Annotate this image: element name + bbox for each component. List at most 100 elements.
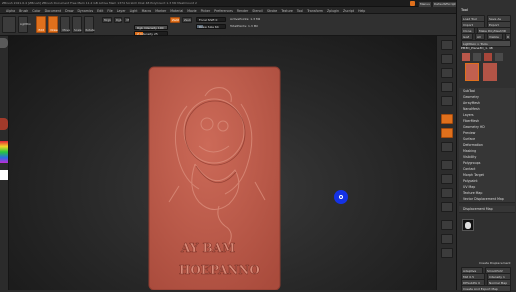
all-button[interactable]: All <box>475 33 485 40</box>
draw-size-slider[interactable]: Draw Size 64 <box>196 24 226 29</box>
mrgb-toggle[interactable]: Mrgb <box>102 17 112 23</box>
menu-edit[interactable]: Edit <box>97 9 103 13</box>
title-bar: ZBrush 2021.6.4 [ZBrush] ZBrush Document… <box>0 0 516 8</box>
menu-color[interactable]: Color <box>32 9 40 13</box>
main-color-swatch[interactable] <box>0 170 8 180</box>
preview-figure <box>465 222 471 229</box>
total-points-readout: TotalPoints: 1.3 Mil <box>230 24 258 28</box>
tool-thumbnail-3[interactable] <box>484 53 492 61</box>
tray-section-label: ArrayMesh <box>463 100 480 105</box>
cursor-center-icon <box>339 195 343 199</box>
zoom3d-button[interactable] <box>441 188 453 198</box>
tool-palette: Tool Load Tool Save As Import Export Clo… <box>456 0 516 292</box>
zadd-toggle[interactable]: Zadd <box>170 17 180 23</box>
menu-zscript[interactable]: Zscript <box>343 9 354 13</box>
material-thumbnail[interactable] <box>0 118 8 130</box>
tray-section-label: FiberMesh <box>463 118 480 123</box>
transp-button[interactable] <box>441 234 453 244</box>
bpr-button[interactable] <box>441 40 453 50</box>
polyf-button[interactable] <box>441 220 453 230</box>
menu-file[interactable]: File <box>107 9 112 13</box>
move-button[interactable]: Move <box>60 16 70 33</box>
persp-button[interactable] <box>441 114 453 124</box>
menu-macro[interactable]: Macro <box>142 9 152 13</box>
zoom-button[interactable] <box>441 82 453 92</box>
rotate-view-button[interactable] <box>441 202 453 212</box>
menu-brush[interactable]: Brush <box>19 9 28 13</box>
export-map-button[interactable]: Create And Export Map <box>461 285 511 292</box>
m-toggle[interactable]: M <box>124 17 130 23</box>
left-shelf <box>0 36 9 290</box>
tray-section-label: Layers <box>463 112 474 117</box>
rgb-intensity-slider[interactable]: Rgb Intensity 100 <box>134 25 168 30</box>
local-button[interactable] <box>441 142 453 152</box>
tray-section-vector-displacement-map[interactable]: Vector Displacement Map <box>459 196 515 203</box>
current-tool-name: PM3D_Plane3D_1. 48 <box>461 46 493 50</box>
menu-dynamics[interactable]: Dynamics <box>77 9 93 13</box>
tray-section-label: NanoMesh <box>463 106 480 111</box>
tray-section-label: Deformation <box>463 142 483 147</box>
tool-thumbnail-2[interactable] <box>473 53 481 61</box>
draw-button[interactable]: Draw <box>48 16 58 33</box>
menu-transform[interactable]: Transform <box>307 9 323 13</box>
menu-movie[interactable]: Movie <box>187 9 196 13</box>
tray-section-label: Surface <box>463 136 476 141</box>
projection-master-button[interactable] <box>2 16 16 33</box>
menu-marker[interactable]: Marker <box>155 9 166 13</box>
tray-section-label: Masking <box>463 148 477 153</box>
quicksave-icon[interactable] <box>410 1 415 6</box>
tray-section-label: Displacement Map <box>463 206 493 211</box>
edit-button[interactable]: Edit <box>36 16 46 33</box>
menu-layer[interactable]: Layer <box>117 9 126 13</box>
menu-document[interactable]: Document <box>45 9 62 13</box>
tool-thumbnail-1[interactable] <box>462 53 470 61</box>
menu-stencil[interactable]: Stencil <box>252 9 263 13</box>
menu-zplugin[interactable]: Zplugin <box>327 9 339 13</box>
rotate-button[interactable]: Rotate <box>84 16 95 33</box>
menu-picker[interactable]: Picker <box>201 9 211 13</box>
menu-light[interactable]: Light <box>130 9 138 13</box>
zsub-toggle[interactable]: Zsub <box>182 17 192 23</box>
goz-button[interactable]: GoZ <box>461 33 473 40</box>
lightbox-button[interactable]: LightBox <box>18 16 31 33</box>
menu-tool[interactable]: Tool <box>297 9 303 13</box>
menu-draw[interactable]: Draw <box>65 9 73 13</box>
secondary-tool-thumbnail[interactable] <box>483 63 497 81</box>
tool-thumbnail-4[interactable] <box>495 53 503 61</box>
tray-section-label: Geometry HD <box>463 124 485 129</box>
canvas-viewport[interactable]: AY BAM HOEPANNO <box>9 36 454 290</box>
active-tool-thumbnail[interactable] <box>465 63 479 81</box>
tray-section-displacement-map[interactable]: Displacement Map <box>459 206 515 213</box>
floor-button[interactable] <box>441 128 453 138</box>
menu-help[interactable]: Help <box>358 9 365 13</box>
menu-texture[interactable]: Texture <box>281 9 293 13</box>
menu-stroke[interactable]: Stroke <box>267 9 277 13</box>
menu-preferences[interactable]: Preferences <box>214 9 233 13</box>
r-button[interactable]: R <box>505 33 511 40</box>
tray-section-label: Polypaint <box>463 178 478 183</box>
tray-section-label: Geometry <box>463 94 479 99</box>
window-title: ZBrush 2021.6.4 [ZBrush] ZBrush Document… <box>2 0 197 5</box>
move-view-button[interactable] <box>441 174 453 184</box>
frame-button[interactable] <box>441 160 453 170</box>
scroll-button[interactable] <box>441 68 453 78</box>
solo-button[interactable] <box>441 248 453 258</box>
top-toolbar: LightBox Edit Draw Move Scale Rotate Mrg… <box>0 14 516 36</box>
scale-button[interactable]: Scale <box>72 16 82 33</box>
brush-thumbnail[interactable] <box>0 38 8 48</box>
menu-list: Alpha Brush Color Document Draw Dynamics Edit F… <box>6 9 369 13</box>
menu-alpha[interactable]: Alpha <box>6 9 15 13</box>
menu-material[interactable]: Material <box>170 9 183 13</box>
focal-shift-slider[interactable]: Focal Shift 0 <box>196 17 226 22</box>
spix-button[interactable] <box>441 54 453 64</box>
actual-button[interactable] <box>441 96 453 106</box>
sculpt-model[interactable]: AY BAM HOEPANNO <box>9 36 454 290</box>
tray-section-label: Morph Target <box>463 172 484 177</box>
rgb-toggle[interactable]: Rgb <box>114 17 122 23</box>
menu-render[interactable]: Render <box>237 9 248 13</box>
relief-caption-line1: AY BAM <box>180 241 235 255</box>
color-picker[interactable] <box>0 141 8 163</box>
displacement-map-preview[interactable] <box>462 219 474 231</box>
tool-palette-title: Tool <box>461 8 468 12</box>
visible-button[interactable]: Visible <box>487 33 503 40</box>
